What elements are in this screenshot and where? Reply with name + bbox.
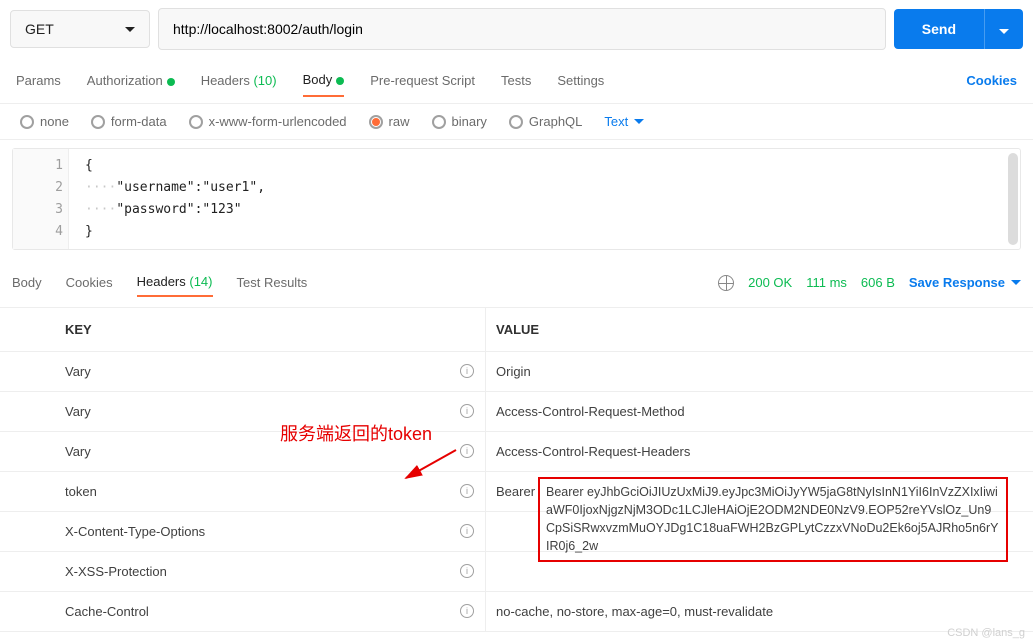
body-type-none[interactable]: none (20, 114, 69, 129)
info-icon[interactable]: i (460, 604, 474, 618)
info-icon[interactable]: i (460, 524, 474, 538)
tab-body[interactable]: Body (303, 64, 345, 97)
info-icon[interactable]: i (460, 564, 474, 578)
chevron-down-icon (1011, 280, 1021, 285)
url-input[interactable] (158, 8, 886, 50)
status-dot-icon (167, 78, 175, 86)
header-key: X-XSS-Protection (0, 552, 485, 591)
body-type-xform[interactable]: x-www-form-urlencoded (189, 114, 347, 129)
tab-params[interactable]: Params (16, 65, 61, 96)
info-icon[interactable]: i (460, 444, 474, 458)
http-method-select[interactable]: GET (10, 10, 150, 48)
info-icon[interactable]: i (460, 364, 474, 378)
tab-tests[interactable]: Tests (501, 65, 531, 96)
response-size: 606 B (861, 275, 895, 290)
header-key: Vary (0, 392, 485, 431)
body-mode-select[interactable]: Text (604, 114, 644, 129)
tab-headers[interactable]: Headers (10) (201, 65, 277, 96)
header-key: token (0, 472, 485, 511)
resp-tab-testresults[interactable]: Test Results (237, 269, 308, 296)
header-value: iAccess-Control-Request-Headers (485, 432, 1033, 471)
status-code: 200 OK (748, 275, 792, 290)
body-type-binary[interactable]: binary (432, 114, 487, 129)
tab-settings[interactable]: Settings (557, 65, 604, 96)
body-type-graphql[interactable]: GraphQL (509, 114, 582, 129)
header-value: iAccess-Control-Request-Method (485, 392, 1033, 431)
header-value: iOrigin (485, 352, 1033, 391)
scrollbar[interactable] (1008, 153, 1018, 245)
chevron-down-icon (125, 27, 135, 32)
cookies-link[interactable]: Cookies (966, 73, 1017, 88)
body-type-raw[interactable]: raw (369, 114, 410, 129)
table-row: VaryiAccess-Control-Request-Headers (0, 432, 1033, 472)
header-key: Vary (0, 432, 485, 471)
header-value: ino-cache, no-store, max-age=0, must-rev… (485, 592, 1033, 631)
resp-tab-cookies[interactable]: Cookies (66, 269, 113, 296)
save-response-button[interactable]: Save Response (909, 275, 1021, 290)
resp-tab-body[interactable]: Body (12, 269, 42, 296)
chevron-down-icon (999, 29, 1009, 34)
body-editor[interactable]: 1{2····"username":"user1",3····"password… (12, 148, 1021, 250)
radio-icon (91, 115, 105, 129)
token-highlight-box: Bearer eyJhbGciOiJIUzUxMiJ9.eyJpc3MiOiJy… (538, 477, 1008, 562)
radio-icon (189, 115, 203, 129)
tab-authorization[interactable]: Authorization (87, 65, 175, 96)
header-key: X-Content-Type-Options (0, 512, 485, 551)
chevron-down-icon (634, 119, 644, 124)
response-time: 111 ms (806, 275, 847, 290)
resp-tab-headers[interactable]: Headers (14) (137, 268, 213, 297)
radio-icon (20, 115, 34, 129)
tab-prerequest[interactable]: Pre-request Script (370, 65, 475, 96)
table-row: VaryiAccess-Control-Request-Method (0, 392, 1033, 432)
headers-table-head: KEY VALUE (0, 308, 1033, 352)
status-dot-icon (336, 77, 344, 85)
http-method-value: GET (25, 21, 54, 37)
send-dropdown-button[interactable] (984, 9, 1023, 49)
table-row: Cache-Controlino-cache, no-store, max-ag… (0, 592, 1033, 632)
col-key: KEY (0, 308, 485, 351)
code-content: 1{2····"username":"user1",3····"password… (13, 149, 1020, 249)
send-button[interactable]: Send (894, 9, 984, 49)
info-icon[interactable]: i (460, 404, 474, 418)
globe-icon[interactable] (718, 275, 734, 291)
radio-icon (432, 115, 446, 129)
watermark: CSDN @lans_g (947, 627, 1025, 639)
info-icon[interactable]: i (460, 484, 474, 498)
table-row: VaryiOrigin (0, 352, 1033, 392)
header-key: Vary (0, 352, 485, 391)
body-type-formdata[interactable]: form-data (91, 114, 167, 129)
header-key: Cache-Control (0, 592, 485, 631)
col-value: VALUE (485, 308, 1033, 351)
radio-icon (369, 115, 383, 129)
radio-icon (509, 115, 523, 129)
